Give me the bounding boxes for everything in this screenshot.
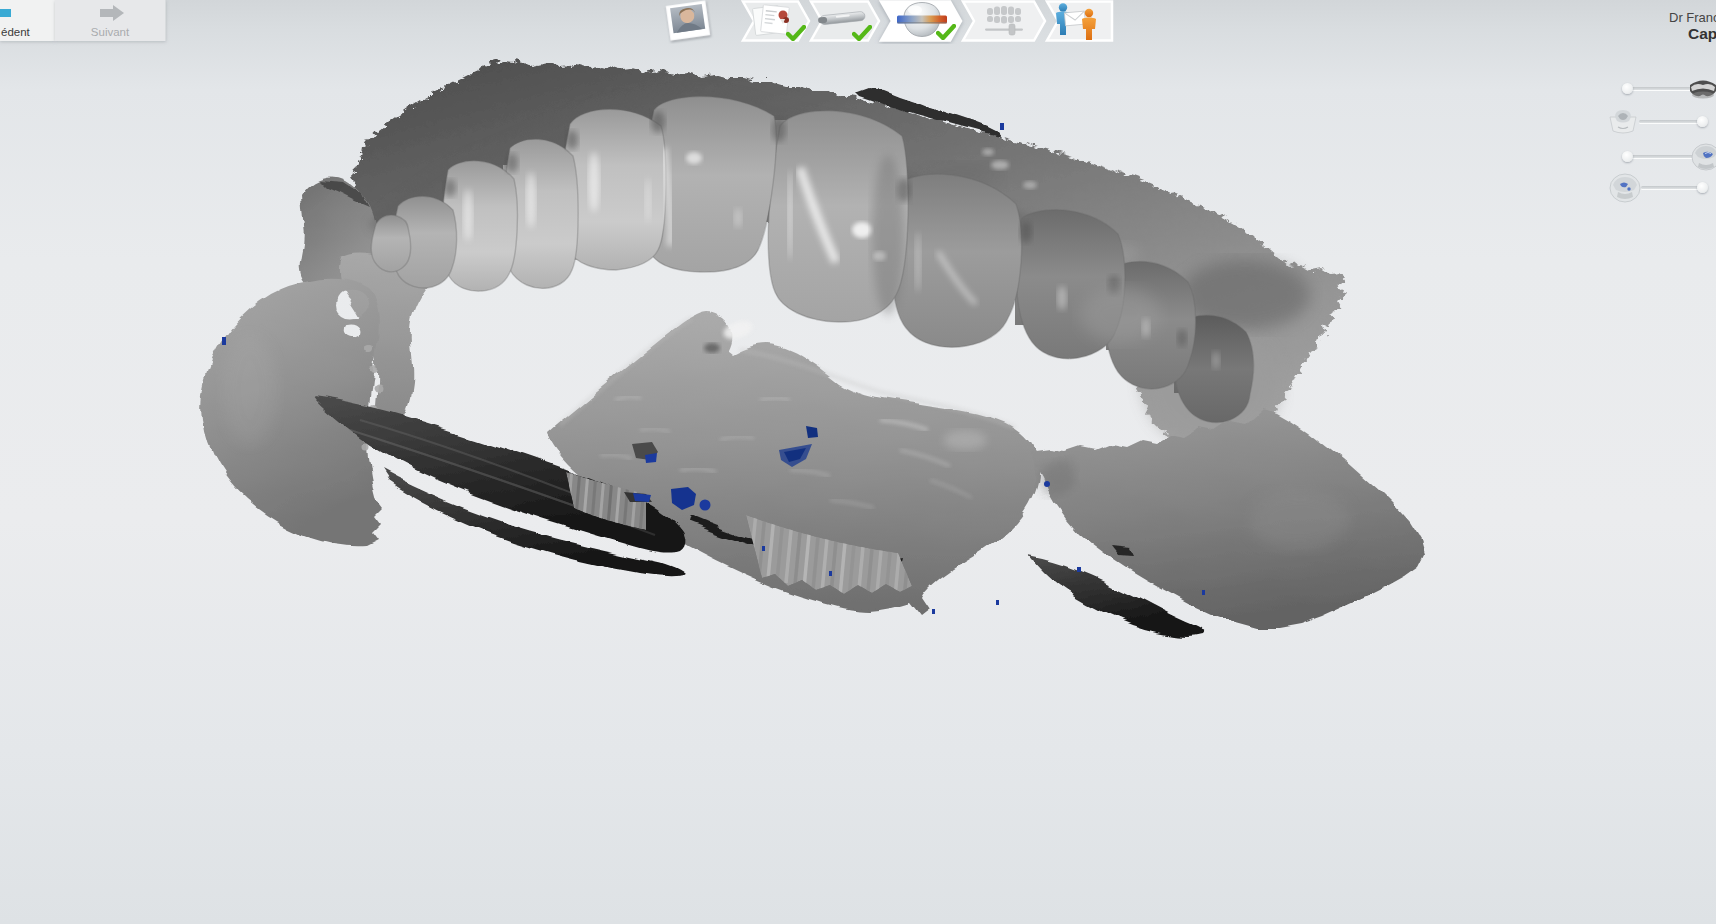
patient-form-icon bbox=[753, 5, 790, 36]
next-button[interactable]: Suivant bbox=[55, 0, 166, 41]
slider-knob-both-jaws[interactable] bbox=[1622, 151, 1633, 162]
arrow-right-icon bbox=[100, 5, 124, 21]
workflow-toolbar bbox=[740, 0, 1118, 44]
next-button-label: Suivant bbox=[55, 26, 165, 38]
previous-button-label: édent bbox=[0, 26, 56, 38]
upper-arch-dark-icon bbox=[1688, 74, 1716, 102]
slider-knob-upper-jaw[interactable] bbox=[1622, 83, 1633, 94]
patient-name: Capl bbox=[1688, 25, 1716, 43]
slider-knob-lower-jaw[interactable] bbox=[1697, 116, 1708, 127]
slider-knob-bite-marks[interactable] bbox=[1697, 182, 1708, 193]
scan-viewport[interactable] bbox=[0, 0, 1716, 924]
patient-photo[interactable] bbox=[662, 0, 714, 44]
previous-button[interactable]: édent bbox=[0, 0, 55, 41]
teeth-slider-icon bbox=[985, 6, 1023, 35]
lower-jaw-light-icon bbox=[1606, 106, 1640, 136]
arrow-left-icon bbox=[0, 5, 11, 21]
jaws-blue-icon bbox=[1690, 141, 1716, 173]
jaw-blue-marks-icon bbox=[1608, 172, 1642, 204]
doctor-name: Dr Franc bbox=[1669, 10, 1716, 25]
